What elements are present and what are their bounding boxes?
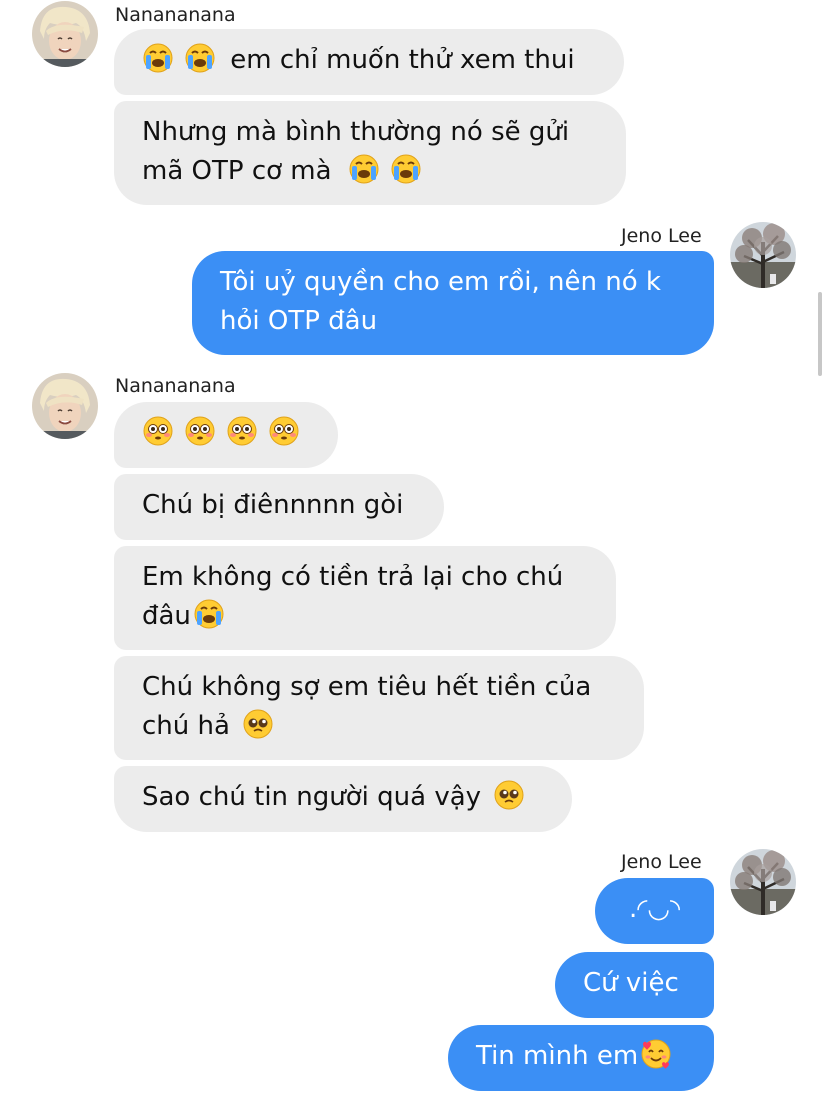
scrollbar-thumb[interactable] — [818, 292, 822, 376]
avatar-image — [730, 222, 796, 288]
message-bubble[interactable]: Tôi uỷ quyền cho em rồi, nên nó k hỏi OT… — [192, 251, 714, 355]
message-bubble[interactable]: em chỉ muốn thử xem thui — [114, 29, 624, 95]
message-bubble[interactable]: Chú bị điênnnnn gòi — [114, 474, 444, 540]
loudly-crying-face-icon — [184, 42, 216, 74]
loudly-crying-face-icon — [390, 153, 422, 185]
message-text: Nhưng mà bình thường nó sẽ gửi — [142, 117, 570, 147]
self-avatar[interactable] — [730, 849, 796, 915]
message-bubble[interactable] — [114, 402, 338, 468]
message-text: .◜◡◝ — [628, 894, 681, 924]
sender-name: Nanananana — [115, 4, 236, 26]
message-text: Sao chú tin người quá vậy — [142, 782, 482, 812]
contact-avatar[interactable] — [32, 1, 98, 67]
flushed-face-icon — [226, 415, 258, 447]
loudly-crying-face-icon — [193, 598, 225, 630]
message-text: Chú không sợ em tiêu hết tiền của — [142, 672, 592, 702]
message-text: chú hả — [142, 711, 230, 741]
message-text: hỏi OTP đâu — [220, 306, 378, 336]
message-bubble[interactable]: Em không có tiền trả lại cho chú đâu — [114, 546, 616, 650]
message-text: Chú bị điênnnnn gòi — [142, 490, 404, 520]
avatar-image — [32, 373, 98, 439]
pleading-face-icon — [493, 779, 525, 811]
sender-name: Jeno Lee — [621, 225, 702, 247]
contact-avatar[interactable] — [32, 373, 98, 439]
message-bubble[interactable]: Tin mình em — [448, 1025, 714, 1091]
self-avatar[interactable] — [730, 222, 796, 288]
flushed-face-icon — [184, 415, 216, 447]
flushed-face-icon — [268, 415, 300, 447]
message-text: Cứ việc — [583, 968, 679, 998]
message-bubble[interactable]: Chú không sợ em tiêu hết tiền của chú hả — [114, 656, 644, 760]
message-text: Tôi uỷ quyền cho em rồi, nên nó k — [220, 267, 661, 297]
pleading-face-icon — [242, 708, 274, 740]
message-text: Em không có tiền trả lại cho chú — [142, 562, 564, 592]
avatar-image — [730, 849, 796, 915]
flushed-face-icon — [142, 415, 174, 447]
loudly-crying-face-icon — [142, 42, 174, 74]
message-bubble[interactable]: Sao chú tin người quá vậy — [114, 766, 572, 832]
sender-name: Jeno Lee — [621, 851, 702, 873]
message-text: mã OTP cơ mà — [142, 156, 332, 186]
message-bubble[interactable]: Nhưng mà bình thường nó sẽ gửi mã OTP cơ… — [114, 101, 626, 205]
smiling-face-with-hearts-icon — [640, 1038, 672, 1070]
message-bubble[interactable]: .◜◡◝ — [595, 878, 714, 944]
sender-name: Nanananana — [115, 375, 236, 397]
avatar-image — [32, 1, 98, 67]
loudly-crying-face-icon — [348, 153, 380, 185]
message-text: đâu — [142, 601, 191, 631]
message-text: em chỉ muốn thử xem thui — [230, 45, 575, 75]
message-text: Tin mình em — [476, 1041, 639, 1071]
message-bubble[interactable]: Cứ việc — [555, 952, 714, 1018]
